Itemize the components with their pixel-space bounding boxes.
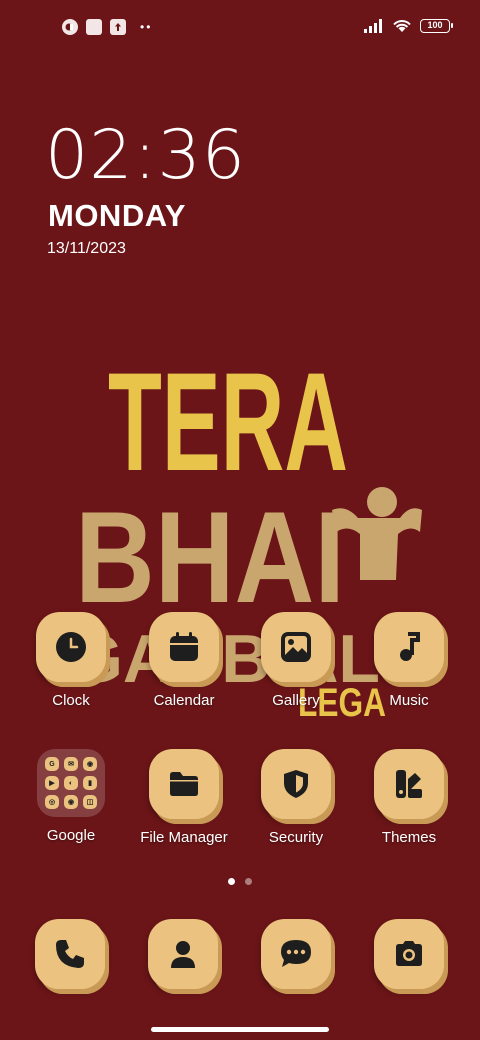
app-music[interactable]: Music	[354, 612, 464, 709]
app-label-security: Security	[268, 829, 324, 846]
app-label-calendar: Calendar	[153, 692, 215, 709]
contacts-app-icon[interactable]	[148, 919, 218, 989]
home-gesture-bar[interactable]	[151, 1027, 329, 1032]
date: 13/11/2023	[47, 240, 126, 257]
upload-icon	[110, 19, 126, 35]
signal-icon	[364, 18, 382, 33]
clock-icon	[56, 632, 86, 662]
app-label-gallery: Gallery	[272, 692, 320, 709]
folder-icon	[170, 772, 198, 796]
phone-app-icon[interactable]	[35, 919, 105, 989]
flexing-figure	[332, 487, 422, 580]
clock-app-icon[interactable]	[36, 612, 106, 682]
status-left-icons: ••	[62, 19, 152, 35]
dock-messages[interactable]	[261, 919, 331, 989]
wallpaper-line1: TERA	[108, 343, 348, 500]
phone-icon	[56, 940, 84, 968]
app-themes[interactable]: Themes	[354, 749, 464, 846]
google-folder-item: ◐	[64, 776, 78, 790]
google-folder-item: ◫	[83, 795, 97, 809]
status-bar: •• 100	[0, 0, 480, 56]
security-app-icon[interactable]	[261, 749, 331, 819]
camera-app-icon[interactable]	[374, 919, 444, 989]
app-label-file-manager: File Manager	[140, 829, 228, 846]
page-dot-active[interactable]	[228, 878, 235, 885]
app-label-clock: Clock	[52, 692, 90, 709]
camera-icon	[396, 941, 422, 966]
clock-time[interactable]: 02:36	[45, 116, 246, 195]
google-folder-item: ◉	[83, 757, 97, 771]
app-clock[interactable]: Clock	[16, 612, 126, 709]
dock-contacts[interactable]	[148, 919, 218, 989]
more-notifications-dots: ••	[140, 20, 153, 34]
calendar-icon	[170, 632, 198, 661]
weekday: MONDAY	[48, 198, 186, 233]
contacts-icon	[171, 941, 195, 968]
messages-icon	[281, 940, 311, 967]
notification-icon	[62, 19, 78, 35]
app-gallery[interactable]: Gallery	[241, 612, 351, 709]
app-security[interactable]: Security	[241, 749, 351, 846]
gallery-app-icon[interactable]	[261, 612, 331, 682]
app-file-manager[interactable]: File Manager	[129, 749, 239, 846]
dock-phone[interactable]	[35, 919, 105, 989]
app-label-themes: Themes	[381, 829, 437, 846]
google-folder-item: ◉	[64, 795, 78, 809]
shield-icon	[284, 770, 308, 798]
page-indicator[interactable]	[228, 878, 252, 885]
calendar-app-icon[interactable]	[149, 612, 219, 682]
music-app-icon[interactable]	[374, 612, 444, 682]
image-icon	[281, 632, 311, 662]
wifi-icon	[393, 20, 411, 32]
app-google-folder[interactable]: G ✉ ◉ ▶ ◐ ▮ ◎ ◉ ◫ Google	[16, 749, 126, 844]
dock-camera[interactable]	[374, 919, 444, 989]
battery-icon: 100	[420, 18, 453, 33]
app-calendar[interactable]: Calendar	[129, 612, 239, 709]
themes-app-icon[interactable]	[374, 749, 444, 819]
google-folder-item: ▶	[45, 776, 59, 790]
file-manager-app-icon[interactable]	[149, 749, 219, 819]
google-folder-item: ◎	[45, 795, 59, 809]
app-label-google: Google	[46, 827, 96, 844]
app-label-music: Music	[389, 692, 429, 709]
palette-icon	[396, 770, 422, 798]
status-right-icons: 100	[364, 18, 453, 33]
google-folder-item: ▮	[83, 776, 97, 790]
page-dot[interactable]	[245, 878, 252, 885]
music-note-icon	[400, 632, 420, 661]
google-folder[interactable]: G ✉ ◉ ▶ ◐ ▮ ◎ ◉ ◫	[37, 749, 105, 817]
google-folder-item: ✉	[64, 757, 78, 771]
messages-app-icon[interactable]	[261, 919, 331, 989]
wallpaper-line2: BHAI	[75, 484, 345, 630]
google-folder-item: G	[45, 757, 59, 771]
square-icon	[86, 19, 102, 35]
